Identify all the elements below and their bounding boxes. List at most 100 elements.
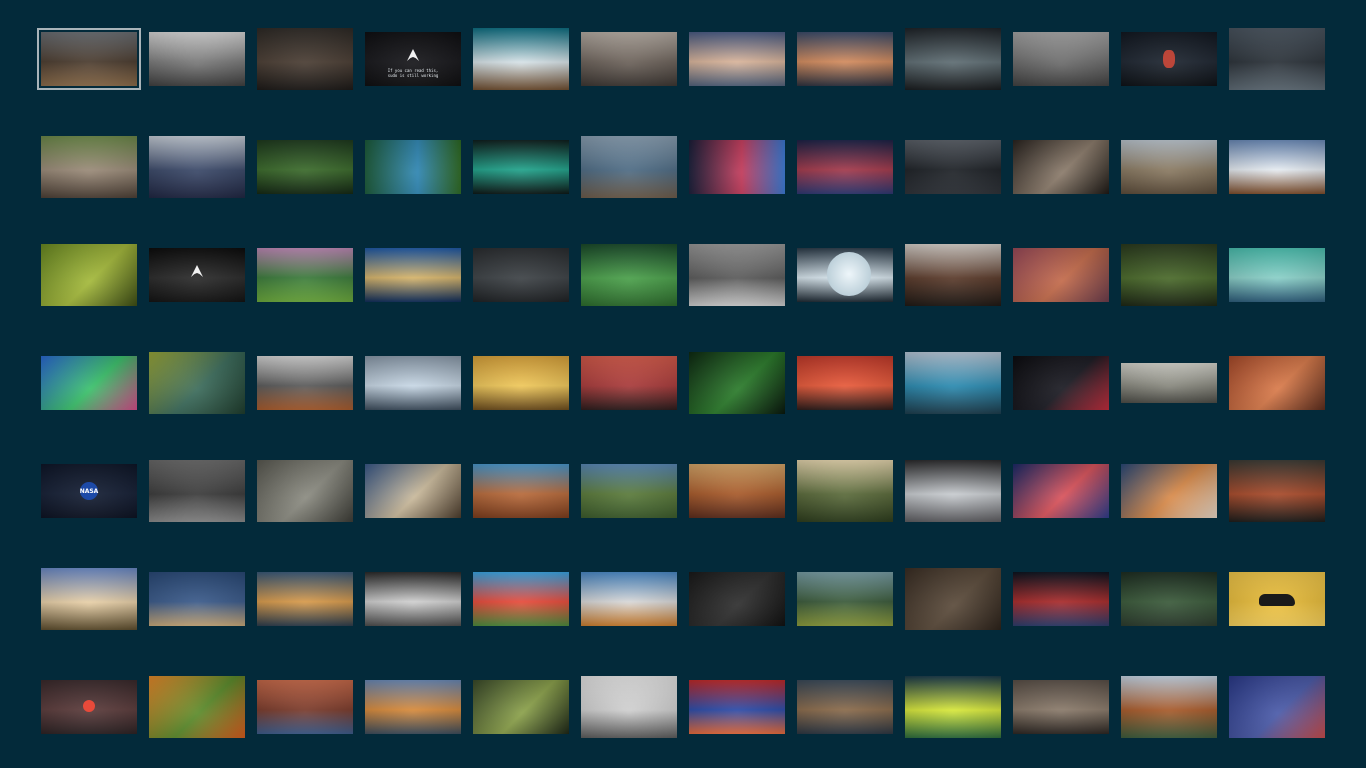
wallpaper-thumbnail-lake-chair[interactable] bbox=[365, 659, 461, 755]
wallpaper-thumbnail-paint-hands[interactable] bbox=[41, 335, 137, 431]
wallpaper-image bbox=[581, 32, 677, 86]
wallpaper-thumbnail-monument-valley[interactable] bbox=[473, 443, 569, 539]
arch-logo-icon bbox=[191, 265, 203, 277]
wallpaper-thumbnail-figure-concrete[interactable] bbox=[1229, 11, 1325, 107]
wallpaper-thumbnail-wooden-stairs[interactable] bbox=[257, 443, 353, 539]
wallpaper-thumbnail-green-valley-blue[interactable] bbox=[365, 119, 461, 215]
wallpaper-image bbox=[1013, 248, 1109, 302]
wallpaper-thumbnail-dark-clouds-city[interactable] bbox=[905, 119, 1001, 215]
wallpaper-image bbox=[581, 572, 677, 626]
wallpaper-image bbox=[797, 140, 893, 194]
wallpaper-thumbnail-desert-sunset-clouds[interactable] bbox=[1121, 443, 1217, 539]
wallpaper-thumbnail-grand-canyon[interactable] bbox=[257, 659, 353, 755]
wallpaper-thumbnail-city-skyline-teal[interactable] bbox=[1229, 227, 1325, 323]
wallpaper-thumbnail-red-sun-sea[interactable] bbox=[41, 659, 137, 755]
wallpaper-thumbnail-dark-dragon[interactable] bbox=[689, 551, 785, 647]
wallpaper-thumbnail-lone-tree-grey[interactable] bbox=[1013, 11, 1109, 107]
wallpaper-thumbnail-arch-logo-black[interactable]: If you can read this, sudo is still work… bbox=[365, 11, 461, 107]
wallpaper-thumbnail-fuji-blue[interactable] bbox=[365, 227, 461, 323]
wallpaper-thumbnail-white-chapel[interactable] bbox=[41, 551, 137, 647]
wallpaper-thumbnail-beach-bw[interactable] bbox=[149, 11, 245, 107]
wallpaper-thumbnail-green-plains[interactable] bbox=[797, 551, 893, 647]
wallpaper-thumbnail-lake-mountains-cyan[interactable] bbox=[905, 335, 1001, 431]
wallpaper-thumbnail-cloud-red-sky[interactable] bbox=[797, 119, 893, 215]
wallpaper-thumbnail-wood-coffee[interactable] bbox=[905, 551, 1001, 647]
wallpaper-thumbnail-red-black-minimal[interactable] bbox=[1013, 335, 1109, 431]
wallpaper-thumbnail-moon-ship[interactable] bbox=[797, 227, 893, 323]
wallpaper-thumbnail-waterfall-autumn[interactable] bbox=[1121, 659, 1217, 755]
wallpaper-image: NASA bbox=[41, 464, 137, 518]
wallpaper-thumbnail-misty-forest-yellow[interactable] bbox=[149, 335, 245, 431]
wallpaper-thumbnail-deck-ocean[interactable] bbox=[149, 551, 245, 647]
wallpaper-thumbnail-bicycle-dark[interactable] bbox=[473, 227, 569, 323]
wallpaper-thumbnail-curtain-room[interactable] bbox=[149, 119, 245, 215]
wallpaper-thumbnail-snowy-peaks-teal[interactable] bbox=[473, 11, 569, 107]
wallpaper-thumbnail-blurry-field-sun[interactable] bbox=[797, 443, 893, 539]
wallpaper-thumbnail-autumn-mountain-mist[interactable] bbox=[257, 335, 353, 431]
wallpaper-image bbox=[41, 356, 137, 410]
wallpaper-thumbnail-golden-sunrise-field[interactable] bbox=[473, 335, 569, 431]
wallpaper-thumbnail-red-sky-reflection[interactable] bbox=[689, 659, 785, 755]
wallpaper-thumbnail-rocky-shore[interactable] bbox=[41, 119, 137, 215]
wallpaper-thumbnail-avengers[interactable] bbox=[1013, 551, 1109, 647]
wallpaper-thumbnail-green-abstract-dark[interactable] bbox=[689, 335, 785, 431]
wallpaper-thumbnail-green-forest-night[interactable] bbox=[257, 119, 353, 215]
wallpaper-thumbnail-yellow-car[interactable] bbox=[1229, 551, 1325, 647]
wallpaper-thumbnail-red-palm-street[interactable] bbox=[581, 335, 677, 431]
wallpaper-thumbnail-green-sprouts[interactable] bbox=[41, 227, 137, 323]
wallpaper-image bbox=[1229, 460, 1325, 522]
wallpaper-thumbnail-city-aerial[interactable] bbox=[797, 659, 893, 755]
wallpaper-image bbox=[37, 28, 141, 90]
wallpaper-thumbnail-autumn-mountains[interactable] bbox=[581, 551, 677, 647]
wallpaper-thumbnail-space-window[interactable] bbox=[689, 119, 785, 215]
wallpaper-thumbnail-sea-cave-fire[interactable] bbox=[905, 227, 1001, 323]
wallpaper-thumbnail-waterfall-green[interactable] bbox=[257, 227, 353, 323]
wallpaper-thumbnail-orange-autumn-bokeh[interactable] bbox=[149, 659, 245, 755]
wallpaper-thumbnail-foggy-pier[interactable] bbox=[149, 443, 245, 539]
wallpaper-thumbnail-icy-rocks-lake[interactable] bbox=[365, 443, 461, 539]
wallpaper-thumbnail-nasa-space[interactable]: NASA bbox=[41, 443, 137, 539]
wallpaper-thumbnail-anime-girl-red[interactable] bbox=[1013, 443, 1109, 539]
wallpaper-thumbnail-mossy-forest[interactable] bbox=[1121, 551, 1217, 647]
wallpaper-image bbox=[149, 32, 245, 86]
wallpaper-thumbnail-balloon-cliff[interactable] bbox=[1121, 119, 1217, 215]
wallpaper-thumbnail-red-anime-fighter[interactable] bbox=[797, 335, 893, 431]
wallpaper-thumbnail-canyon-sunset[interactable] bbox=[689, 443, 785, 539]
wallpaper-thumbnail-valley-river[interactable] bbox=[581, 443, 677, 539]
wallpaper-thumbnail-mountain-cliff-sunset[interactable] bbox=[37, 11, 141, 107]
wallpaper-image bbox=[797, 248, 893, 302]
wallpaper-thumbnail-piano-keys[interactable] bbox=[1013, 119, 1109, 215]
wallpaper-thumbnail-forest-path-dark[interactable] bbox=[257, 11, 353, 107]
wallpaper-thumbnail-minimal-bedroom[interactable] bbox=[905, 443, 1001, 539]
wallpaper-thumbnail-grey-cubes[interactable] bbox=[689, 227, 785, 323]
wallpaper-image bbox=[905, 352, 1001, 414]
wallpaper-thumbnail-reflection-trees[interactable] bbox=[905, 11, 1001, 107]
wallpaper-thumbnail-red-ball-bokeh[interactable] bbox=[1229, 659, 1325, 755]
wallpaper-thumbnail-stormy-mountains[interactable] bbox=[1013, 659, 1109, 755]
wallpaper-image bbox=[689, 140, 785, 194]
wallpaper-thumbnail-snowy-lake-reflection[interactable] bbox=[1229, 119, 1325, 215]
wallpaper-thumbnail-pink-abstract-map[interactable] bbox=[1013, 227, 1109, 323]
wallpaper-thumbnail-cyber-neon-room[interactable] bbox=[473, 119, 569, 215]
wallpaper-thumbnail-orange-leaf-macro[interactable] bbox=[1229, 335, 1325, 431]
wallpaper-image bbox=[257, 140, 353, 194]
wallpaper-thumbnail-pier-lake[interactable] bbox=[581, 119, 677, 215]
wallpaper-thumbnail-minimal-grey-boat[interactable] bbox=[581, 659, 677, 755]
wallpaper-thumbnail-escalator-neon[interactable] bbox=[905, 659, 1001, 755]
wallpaper-thumbnail-iceberg[interactable] bbox=[365, 335, 461, 431]
wallpaper-thumbnail-autumn-leaves-path[interactable] bbox=[1229, 443, 1325, 539]
wallpaper-thumbnail-bw-coast[interactable] bbox=[365, 551, 461, 647]
wallpaper-image bbox=[581, 356, 677, 410]
wallpaper-thumbnail-road-dusk[interactable] bbox=[689, 11, 785, 107]
wallpaper-thumbnail-green-bokeh[interactable] bbox=[581, 227, 677, 323]
wallpaper-thumbnail-arch-logo-smoke[interactable] bbox=[149, 227, 245, 323]
wallpaper-thumbnail-bamboo-macro[interactable] bbox=[473, 659, 569, 755]
wallpaper-thumbnail-lake-sunset-cliffs[interactable] bbox=[257, 551, 353, 647]
wallpaper-thumbnail-redwood-forest[interactable] bbox=[1121, 227, 1217, 323]
wallpaper-thumbnail-hot-air-balloons[interactable] bbox=[473, 551, 569, 647]
wallpaper-thumbnail-lake-sunset-orange[interactable] bbox=[797, 11, 893, 107]
wallpaper-thumbnail-astronaut-dark[interactable] bbox=[1121, 11, 1217, 107]
wallpaper-thumbnail-misty-rail[interactable] bbox=[1121, 335, 1217, 431]
wallpaper-thumbnail-camera-grey[interactable] bbox=[581, 11, 677, 107]
wallpaper-image bbox=[689, 572, 785, 626]
